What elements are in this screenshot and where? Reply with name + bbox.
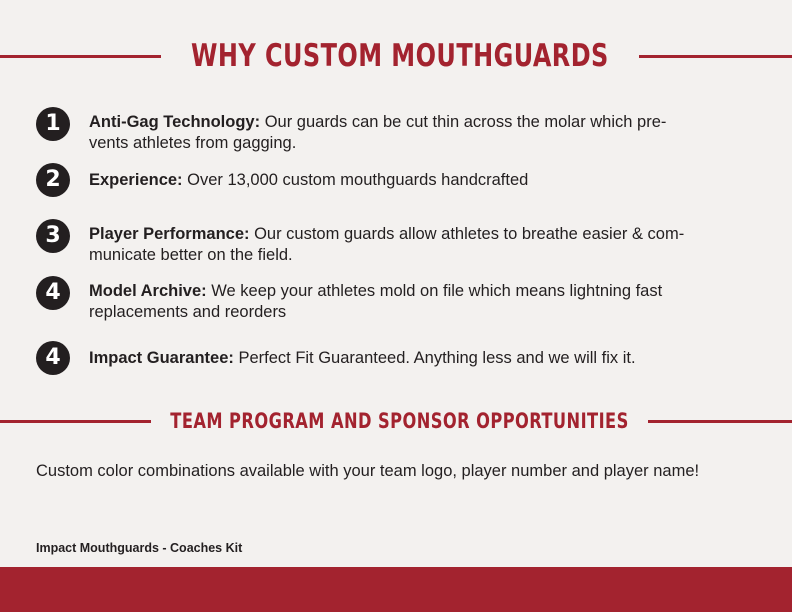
item-title: Anti-Gag Technology: bbox=[89, 113, 261, 131]
heading-rule-right bbox=[638, 54, 792, 58]
item-title: Impact Guarantee: bbox=[89, 349, 234, 367]
why-custom-heading: WHY CUSTOM MOUTHGUARDS bbox=[191, 38, 609, 74]
team-program-heading-row: TEAM PROGRAM AND SPONSOR OPPORTUNITIES bbox=[0, 409, 792, 433]
team-program-text: Custom color combinations available with… bbox=[36, 462, 700, 480]
team-program-heading: TEAM PROGRAM AND SPONSOR OPPORTUNITIES bbox=[170, 409, 629, 433]
item-title: Player Performance: bbox=[89, 225, 250, 243]
number-badge: 3 bbox=[36, 219, 70, 253]
item-text: Experience: Over 13,000 custom mouthguar… bbox=[89, 170, 749, 191]
heading-rule-left bbox=[0, 419, 151, 423]
item-text: Impact Guarantee: Perfect Fit Guaranteed… bbox=[89, 348, 749, 369]
number-badge: 2 bbox=[36, 163, 70, 197]
number-badge: 4 bbox=[36, 341, 70, 375]
item-text: Player Performance: Our custom guards al… bbox=[89, 224, 749, 266]
item-title: Experience: bbox=[89, 171, 183, 189]
item-text: Anti-Gag Technology: Our guards can be c… bbox=[89, 112, 749, 154]
why-custom-heading-row: WHY CUSTOM MOUTHGUARDS bbox=[0, 38, 792, 74]
item-text: Model Archive: We keep your athletes mol… bbox=[89, 281, 749, 323]
heading-rule-right bbox=[648, 419, 792, 423]
bottom-color-bar bbox=[0, 567, 792, 612]
number-badge: 1 bbox=[36, 107, 70, 141]
item-title: Model Archive: bbox=[89, 282, 207, 300]
item-description: Over 13,000 custom mouthguards handcraft… bbox=[182, 171, 529, 189]
heading-rule-left bbox=[0, 54, 161, 58]
number-badge: 4 bbox=[36, 276, 70, 310]
item-description: Perfect Fit Guaranteed. Anything less an… bbox=[233, 349, 636, 367]
footer-label: Impact Mouthguards - Coaches Kit bbox=[36, 541, 243, 555]
